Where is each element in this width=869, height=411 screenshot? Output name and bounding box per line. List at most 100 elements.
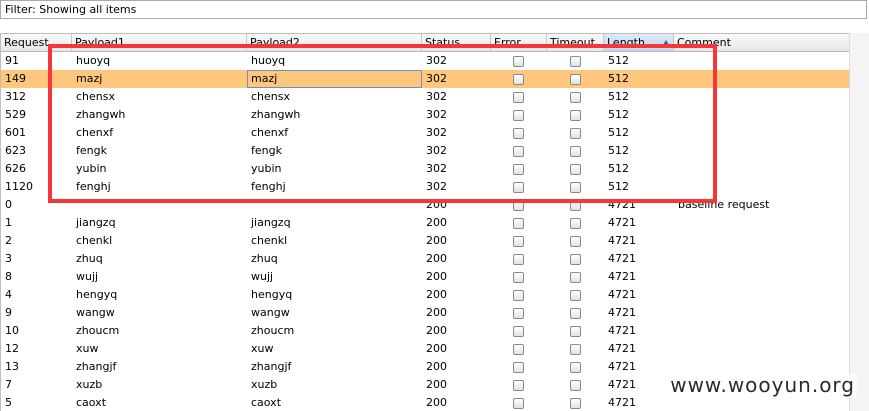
error-checkbox[interactable] <box>513 398 524 409</box>
cell-length: 4721 <box>608 270 636 283</box>
cell-request: 149 <box>5 72 26 85</box>
column-header-payload1[interactable]: Payload1 <box>72 34 247 51</box>
table-row[interactable]: 529 zhangwh zhangwh 302 512 <box>1 106 849 124</box>
timeout-checkbox[interactable] <box>570 236 581 247</box>
column-header-comment[interactable]: Comment <box>674 34 849 51</box>
results-table: Request Payload1 Payload2 Status Error Timeou… <box>0 33 849 411</box>
error-checkbox[interactable] <box>513 128 524 139</box>
cell-comment <box>674 124 849 142</box>
cell-length: 512 <box>608 180 629 193</box>
timeout-checkbox[interactable] <box>570 110 581 121</box>
cell-payload2: xuw <box>251 342 274 355</box>
table-row[interactable]: 8 wujj wujj 200 4721 <box>1 268 849 286</box>
timeout-checkbox[interactable] <box>570 272 581 283</box>
cell-payload1: caoxt <box>76 396 107 409</box>
column-header-length[interactable]: Length <box>604 34 674 51</box>
cell-comment <box>674 52 849 70</box>
table-row[interactable]: 149 mazj mazj 302 512 <box>1 70 849 88</box>
cell-comment <box>674 250 849 268</box>
error-checkbox[interactable] <box>513 362 524 373</box>
cell-status: 302 <box>426 72 447 85</box>
table-row[interactable]: 4 hengyq hengyq 200 4721 <box>1 286 849 304</box>
timeout-checkbox[interactable] <box>570 128 581 139</box>
error-checkbox[interactable] <box>513 272 524 283</box>
table-row[interactable]: 312 chensx chensx 302 512 <box>1 88 849 106</box>
vertical-scrollbar[interactable] <box>849 33 869 411</box>
table-row[interactable]: 91 huoyq huoyq 302 512 <box>1 52 849 70</box>
column-header-request[interactable]: Request <box>1 34 72 51</box>
timeout-checkbox[interactable] <box>570 164 581 175</box>
table-row[interactable]: 626 yubin yubin 302 512 <box>1 160 849 178</box>
cell-comment <box>674 142 849 160</box>
table-row[interactable]: 2 chenkl chenkl 200 4721 <box>1 232 849 250</box>
cell-status: 200 <box>426 252 447 265</box>
error-checkbox[interactable] <box>513 182 524 193</box>
cell-status: 302 <box>426 144 447 157</box>
error-checkbox[interactable] <box>513 218 524 229</box>
cell-payload2: zhoucm <box>251 324 295 337</box>
timeout-checkbox[interactable] <box>570 146 581 157</box>
timeout-checkbox[interactable] <box>570 308 581 319</box>
cell-payload1: xuw <box>76 342 99 355</box>
table-row[interactable]: 9 wangw wangw 200 4721 <box>1 304 849 322</box>
column-header-status[interactable]: Status <box>422 34 491 51</box>
error-checkbox[interactable] <box>513 74 524 85</box>
timeout-checkbox[interactable] <box>570 218 581 229</box>
error-checkbox[interactable] <box>513 146 524 157</box>
timeout-checkbox[interactable] <box>570 380 581 391</box>
cell-payload1: chenkl <box>76 234 113 247</box>
error-checkbox[interactable] <box>513 200 524 211</box>
error-checkbox[interactable] <box>513 164 524 175</box>
timeout-checkbox[interactable] <box>570 290 581 301</box>
table-row[interactable]: 623 fengk fengk 302 512 <box>1 142 849 160</box>
table-row[interactable]: 1 jiangzq jiangzq 200 4721 <box>1 214 849 232</box>
cell-comment <box>674 286 849 304</box>
error-checkbox[interactable] <box>513 326 524 337</box>
cell-request: 1 <box>5 216 12 229</box>
error-checkbox[interactable] <box>513 236 524 247</box>
cell-payload2: xuzb <box>251 378 278 391</box>
column-header-timeout[interactable]: Timeout <box>547 34 604 51</box>
error-checkbox[interactable] <box>513 380 524 391</box>
table-row[interactable]: 601 chenxf chenxf 302 512 <box>1 124 849 142</box>
error-checkbox[interactable] <box>513 92 524 103</box>
table-row[interactable]: 12 xuw xuw 200 4721 <box>1 340 849 358</box>
table-row[interactable]: 3 zhuq zhuq 200 4721 <box>1 250 849 268</box>
column-header-payload2[interactable]: Payload2 <box>247 34 422 51</box>
error-checkbox[interactable] <box>513 344 524 355</box>
cell-status: 302 <box>426 180 447 193</box>
cell-payload1: jiangzq <box>76 216 116 229</box>
timeout-checkbox[interactable] <box>570 56 581 67</box>
filter-bar[interactable]: Filter: Showing all items <box>0 0 867 19</box>
timeout-checkbox[interactable] <box>570 362 581 373</box>
cell-request: 529 <box>5 108 26 121</box>
error-checkbox[interactable] <box>513 56 524 67</box>
cell-payload1: mazj <box>76 72 103 85</box>
error-checkbox[interactable] <box>513 254 524 265</box>
error-checkbox[interactable] <box>513 110 524 121</box>
cell-payload1: chenxf <box>76 126 114 139</box>
column-header-error[interactable]: Error <box>491 34 547 51</box>
timeout-checkbox[interactable] <box>570 254 581 265</box>
timeout-checkbox[interactable] <box>570 398 581 409</box>
table-row[interactable]: 0 200 4721 baseline request <box>1 196 849 214</box>
cell-comment <box>674 214 849 232</box>
error-checkbox[interactable] <box>513 290 524 301</box>
column-header-label: Request <box>4 36 49 49</box>
timeout-checkbox[interactable] <box>570 344 581 355</box>
cell-payload1: wujj <box>76 270 99 283</box>
cell-status: 200 <box>426 306 447 319</box>
timeout-checkbox[interactable] <box>570 326 581 337</box>
table-header: Request Payload1 Payload2 Status Error Timeou… <box>1 34 849 52</box>
cell-status: 200 <box>426 342 447 355</box>
cell-length: 4721 <box>608 378 636 391</box>
cell-payload1: fenghj <box>76 180 111 193</box>
timeout-checkbox[interactable] <box>570 74 581 85</box>
timeout-checkbox[interactable] <box>570 182 581 193</box>
error-checkbox[interactable] <box>513 308 524 319</box>
timeout-checkbox[interactable] <box>570 92 581 103</box>
watermark-text: www.wooyun.org <box>668 373 857 397</box>
table-row[interactable]: 1120 fenghj fenghj 302 512 <box>1 178 849 196</box>
table-row[interactable]: 10 zhoucm zhoucm 200 4721 <box>1 322 849 340</box>
timeout-checkbox[interactable] <box>570 200 581 211</box>
